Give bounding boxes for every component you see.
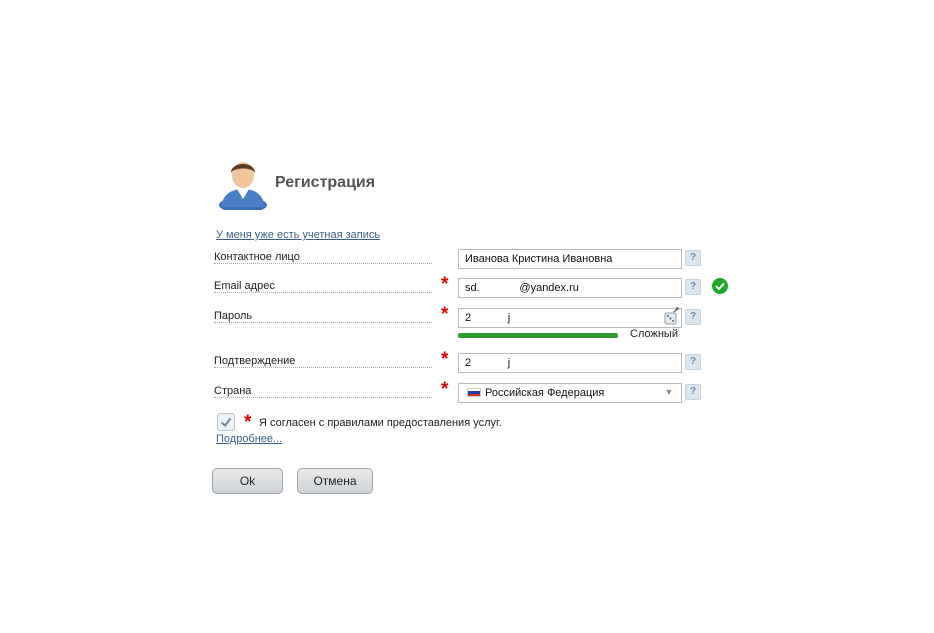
page-title: Регистрация — [275, 174, 376, 191]
confirm-label: Подтверждение — [214, 355, 299, 367]
contact-help-icon[interactable]: ? — [685, 250, 701, 266]
password-strength-label: Сложный — [630, 328, 678, 340]
confirm-help-icon[interactable]: ? — [685, 354, 701, 370]
required-star: * — [441, 379, 449, 400]
email-row: Email адрес * ? — [214, 274, 734, 298]
label-leader-dots — [214, 292, 432, 293]
label-leader-dots — [214, 367, 432, 368]
required-star: * — [244, 412, 252, 433]
password-row: Пароль * ? Сложный — [214, 304, 734, 344]
required-star: * — [441, 274, 449, 295]
password-input[interactable] — [458, 308, 682, 328]
confirm-row: Подтверждение * ? — [214, 349, 734, 373]
email-help-icon[interactable]: ? — [685, 279, 701, 295]
dice-generate-icon[interactable] — [664, 307, 680, 325]
password-strength-bar — [458, 333, 618, 338]
country-label: Страна — [214, 385, 255, 397]
confirm-input[interactable] — [458, 353, 682, 373]
ok-button[interactable]: Ok — [212, 468, 283, 494]
more-link[interactable]: Подробнее... — [216, 433, 282, 445]
required-star: * — [441, 349, 449, 370]
password-label: Пароль — [214, 310, 256, 322]
label-leader-dots — [214, 263, 432, 264]
contact-label: Контактное лицо — [214, 251, 303, 263]
cancel-button[interactable]: Отмена — [297, 468, 373, 494]
country-row: Страна * Российская Федерация ▼ ? — [214, 379, 734, 403]
country-help-icon[interactable]: ? — [685, 384, 701, 400]
required-star: * — [441, 304, 449, 325]
contact-row: Контактное лицо ? — [214, 249, 734, 269]
have-account-link[interactable]: У меня уже есть учетная запись — [216, 229, 380, 241]
user-avatar-icon — [219, 162, 267, 210]
russia-flag-icon — [467, 388, 481, 397]
contact-input[interactable] — [458, 249, 682, 269]
agree-checkbox[interactable] — [217, 413, 235, 431]
agreement-text: Я согласен с правилами предоставления ус… — [259, 417, 502, 429]
password-help-icon[interactable]: ? — [685, 309, 701, 325]
email-input[interactable] — [458, 278, 682, 298]
check-circle-icon — [712, 278, 728, 294]
chevron-down-icon[interactable]: ▼ — [662, 386, 676, 398]
label-leader-dots — [214, 322, 432, 323]
email-label: Email адрес — [214, 280, 278, 292]
country-select[interactable]: Российская Федерация — [458, 383, 682, 403]
label-leader-dots — [214, 397, 432, 398]
checkmark-icon — [220, 417, 232, 427]
country-select-value: Российская Федерация — [485, 387, 605, 399]
